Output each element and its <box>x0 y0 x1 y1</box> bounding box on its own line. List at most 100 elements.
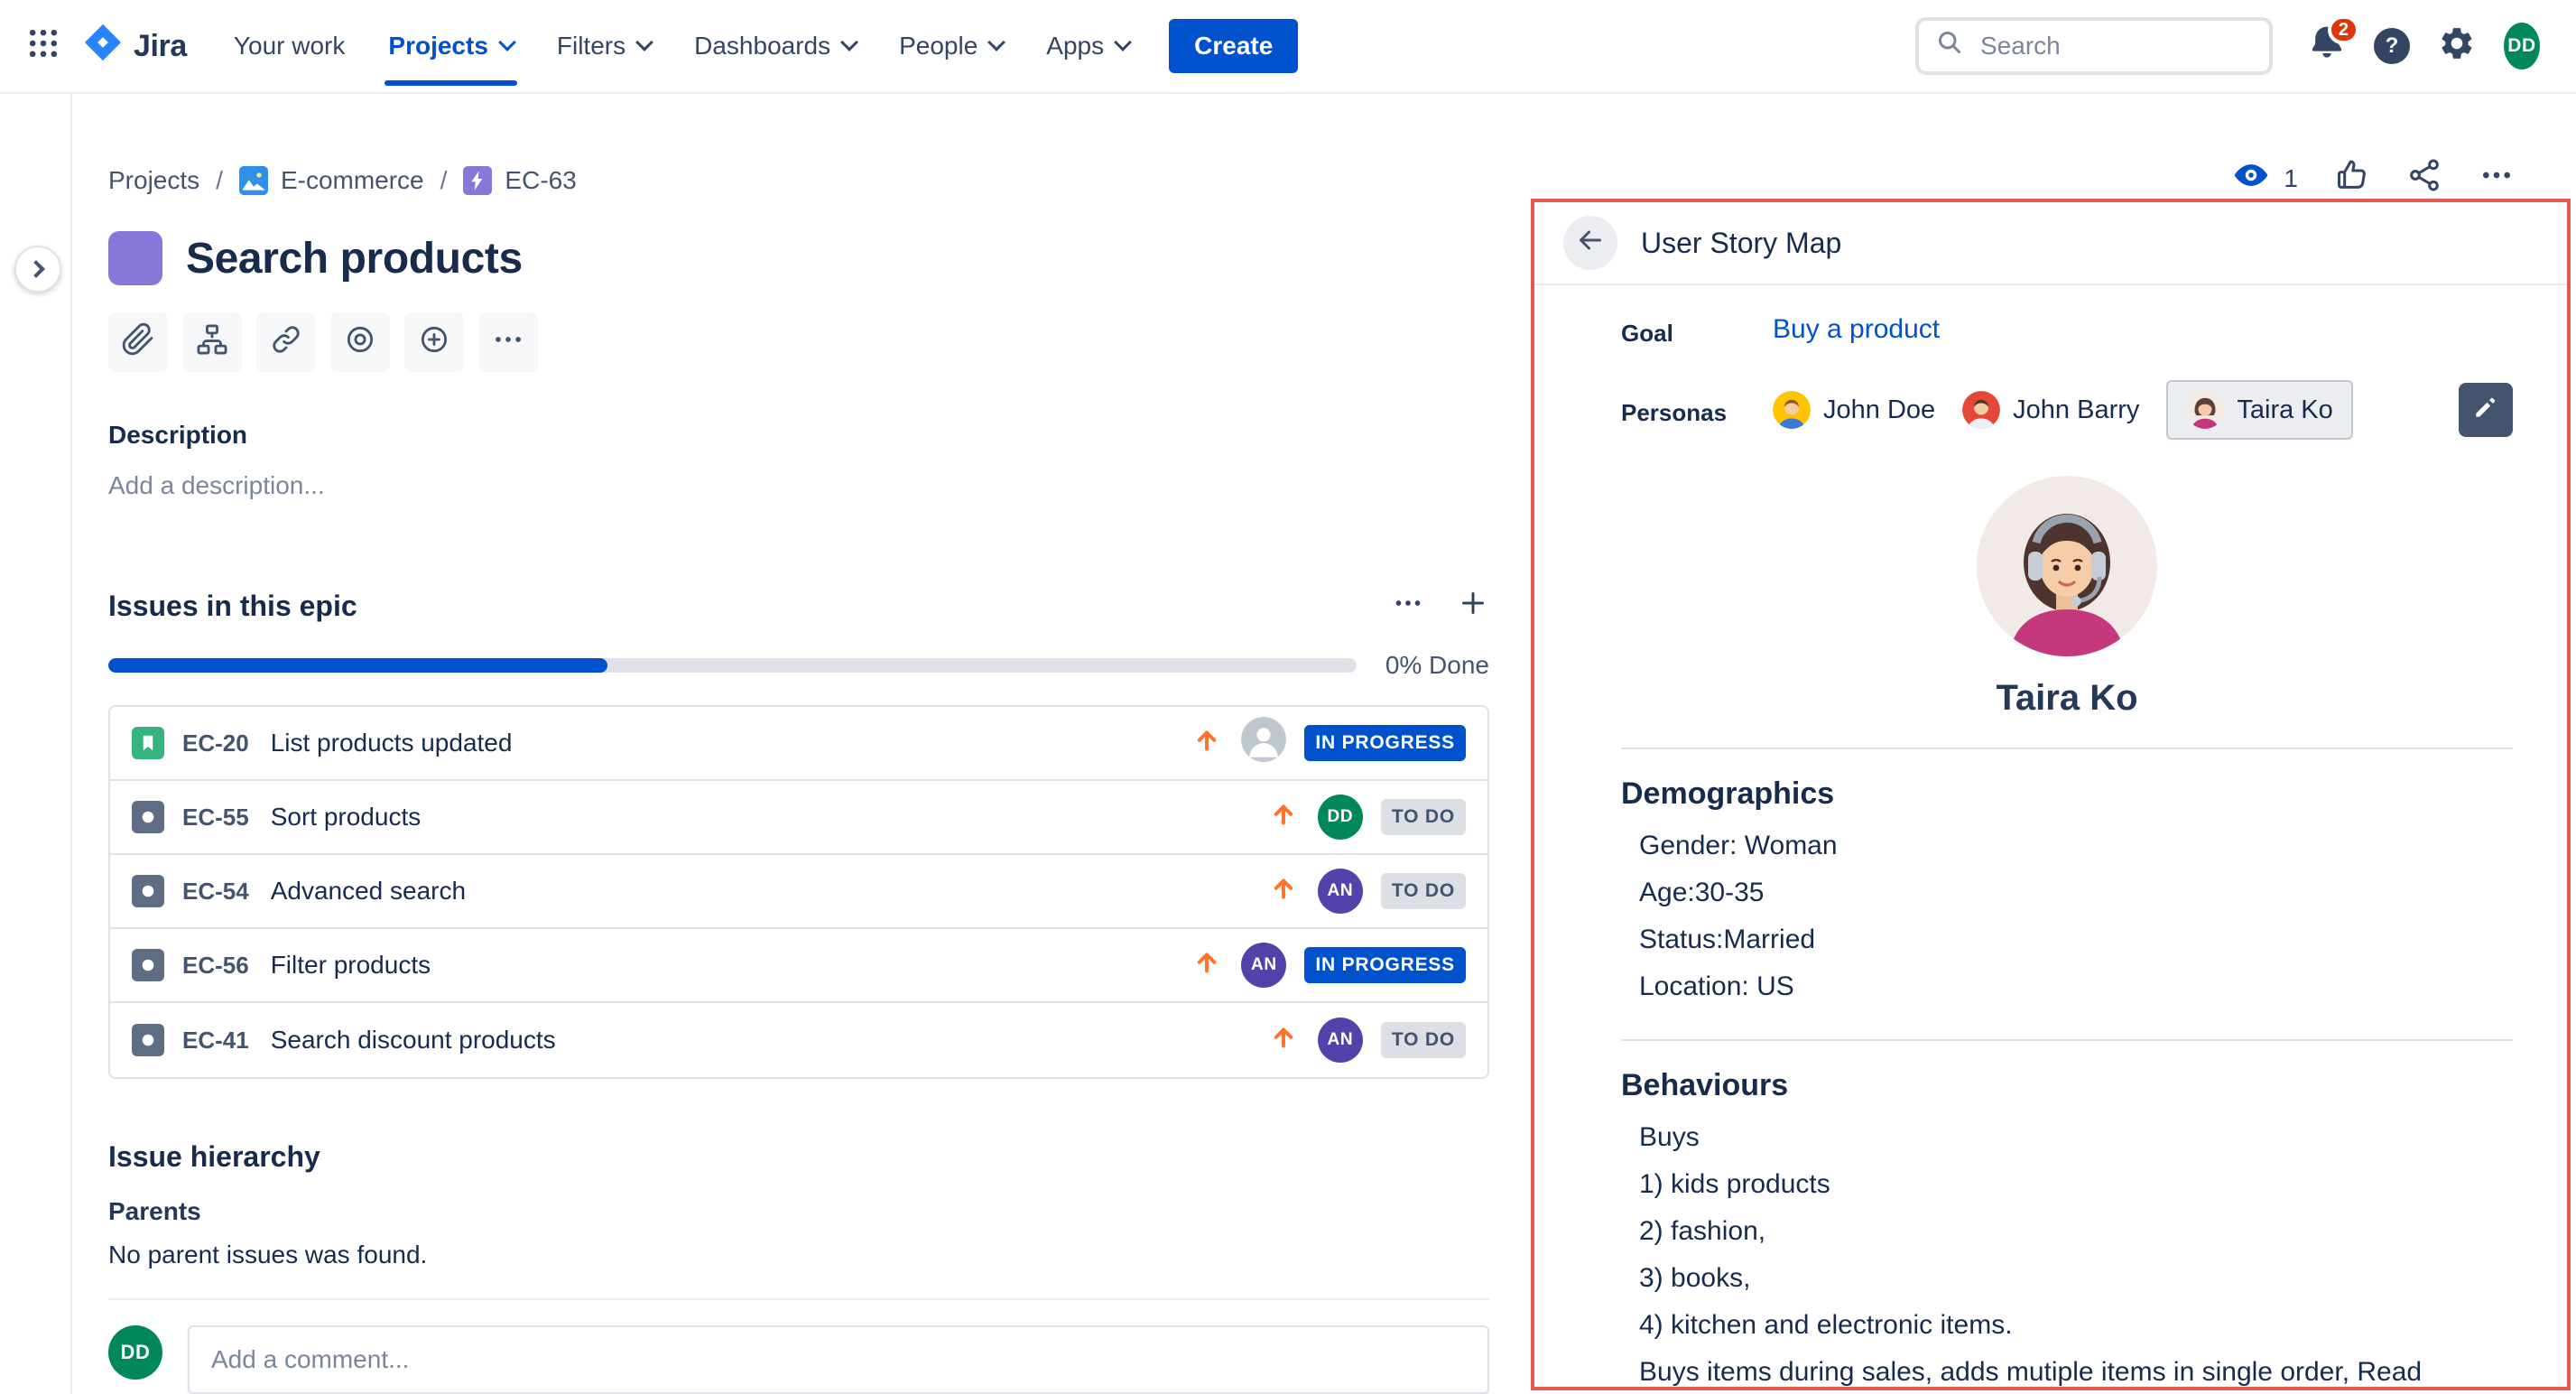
issue-key-link[interactable]: EC-55 <box>182 804 249 832</box>
assignee-avatar[interactable]: AN <box>1241 943 1286 988</box>
chevron-down-icon <box>840 33 858 51</box>
add-child-button[interactable] <box>182 312 242 372</box>
attach-button[interactable] <box>108 312 168 372</box>
collapsed-sidebar <box>0 94 72 1394</box>
demographic-line: Location: US <box>1621 963 2513 1010</box>
breadcrumb-projects[interactable]: Projects <box>108 166 199 195</box>
issue-row[interactable]: EC-41 Search discount products AN TO DO <box>110 1003 1487 1077</box>
epic-progress-fill <box>108 658 607 673</box>
issue-row[interactable]: EC-20 List products updated IN PROGRESS <box>110 707 1487 781</box>
target-button[interactable] <box>330 312 390 372</box>
notifications-button[interactable]: 2 <box>2298 17 2356 75</box>
nav-people[interactable]: People <box>877 0 1024 93</box>
chevron-right-icon <box>27 260 45 278</box>
nav-filters[interactable]: Filters <box>535 0 672 93</box>
add-issue-button[interactable] <box>1457 587 1489 626</box>
jira-logo-icon <box>83 23 123 70</box>
share-button[interactable] <box>2406 157 2442 200</box>
status-badge[interactable]: IN PROGRESS <box>1304 947 1466 983</box>
issue-key-link[interactable]: EC-20 <box>182 730 249 757</box>
breadcrumb-issue-key[interactable]: EC-63 <box>463 166 576 195</box>
assignee-avatar[interactable]: AN <box>1318 869 1363 914</box>
chevron-down-icon <box>987 33 1005 51</box>
persona-avatar <box>1962 391 2000 429</box>
status-badge[interactable]: IN PROGRESS <box>1304 725 1466 761</box>
back-button[interactable] <box>1563 216 1617 270</box>
nav-projects[interactable]: Projects <box>366 0 535 93</box>
breadcrumb-project[interactable]: E-commerce <box>239 166 424 195</box>
help-button[interactable]: ? <box>2363 17 2421 75</box>
issue-key-link[interactable]: EC-56 <box>182 952 249 980</box>
goal-row: Goal Buy a product <box>1621 314 2513 348</box>
create-button[interactable]: Create <box>1169 19 1298 73</box>
nav-dashboards[interactable]: Dashboards <box>672 0 877 93</box>
assignee-avatar[interactable]: DD <box>1318 795 1363 840</box>
breadcrumb: Projects / E-commerce / EC-63 <box>108 166 1489 195</box>
persona-chip-john-barry[interactable]: John Barry <box>1962 391 2139 429</box>
app-grid-icon <box>25 25 61 68</box>
comment-input[interactable] <box>188 1325 1489 1394</box>
more-actions-button[interactable] <box>2479 157 2515 200</box>
more-quick-actions-button[interactable] <box>478 312 538 372</box>
sidebar-expand-button[interactable] <box>14 246 61 293</box>
search-input[interactable] <box>1977 30 2255 62</box>
chevron-down-icon <box>635 33 653 51</box>
plus-icon <box>1457 587 1489 626</box>
parents-empty-message: No parent issues was found. <box>108 1241 1489 1269</box>
notification-count-badge: 2 <box>2328 15 2359 44</box>
gear-icon <box>2438 24 2476 69</box>
link-icon <box>269 322 303 363</box>
nav-apps[interactable]: Apps <box>1024 0 1151 93</box>
behaviours-heading: Behaviours <box>1621 1068 2513 1103</box>
ellipsis-icon <box>491 322 525 363</box>
behaviour-line: 2) fashion, <box>1621 1208 2513 1255</box>
issue-row[interactable]: EC-54 Advanced search AN TO DO <box>110 855 1487 929</box>
unassigned-avatar[interactable] <box>1241 717 1286 769</box>
divider <box>1621 748 2513 749</box>
link-issue-button[interactable] <box>256 312 316 372</box>
jira-logo[interactable]: Jira <box>76 23 208 70</box>
jira-app: Jira Your work Projects Filters Dashboar… <box>0 0 2576 1394</box>
edit-personas-button[interactable] <box>2459 383 2513 437</box>
demographics-heading: Demographics <box>1621 776 2513 812</box>
persona-name: Taira Ko <box>1621 678 2513 719</box>
issue-type-icon <box>132 1024 164 1056</box>
like-button[interactable] <box>2334 157 2370 200</box>
status-badge[interactable]: TO DO <box>1381 799 1466 835</box>
user-avatar-button[interactable]: DD <box>2493 17 2551 75</box>
app-switcher-button[interactable] <box>14 17 72 75</box>
persona-chip-john-doe[interactable]: John Doe <box>1773 391 1935 429</box>
priority-high-icon <box>1267 871 1300 911</box>
issue-row[interactable]: EC-55 Sort products DD TO DO <box>110 781 1487 855</box>
issue-view: Projects / E-commerce / EC-63 Search pro… <box>108 94 1489 1394</box>
assignee-avatar[interactable]: AN <box>1318 1018 1363 1063</box>
epic-issues-header: Issues in this epic <box>108 587 1489 626</box>
issue-row[interactable]: EC-56 Filter products AN IN PROGRESS <box>110 929 1487 1003</box>
watch-button[interactable]: 1 <box>2231 155 2298 201</box>
behaviour-line: 3) books, <box>1621 1255 2513 1302</box>
status-badge[interactable]: TO DO <box>1381 873 1466 909</box>
epic-color-icon[interactable] <box>108 231 162 285</box>
priority-high-icon <box>1267 797 1300 837</box>
status-badge[interactable]: TO DO <box>1381 1022 1466 1058</box>
issue-hierarchy-heading: Issue hierarchy <box>108 1140 1489 1174</box>
epic-issues-more-button[interactable] <box>1392 587 1424 626</box>
goal-link[interactable]: Buy a product <box>1773 314 1940 345</box>
description-placeholder[interactable]: Add a description... <box>108 471 1489 500</box>
issue-quick-actions <box>108 312 1489 372</box>
page-actions: 1 <box>2231 155 2515 201</box>
goal-label: Goal <box>1621 314 1773 348</box>
user-story-map-panel: User Story Map Goal Buy a product Person… <box>1531 199 2571 1390</box>
parents-label: Parents <box>108 1197 1489 1226</box>
issue-type-icon <box>132 949 164 981</box>
global-search[interactable] <box>1915 17 2273 75</box>
issue-key-link[interactable]: EC-41 <box>182 1027 249 1055</box>
issue-title[interactable]: Search products <box>186 234 523 283</box>
crosshair-button[interactable] <box>404 312 464 372</box>
issue-key-link[interactable]: EC-54 <box>182 878 249 906</box>
primary-nav: Your work Projects Filters Dashboards Pe… <box>212 0 1298 93</box>
nav-your-work[interactable]: Your work <box>212 0 366 93</box>
settings-button[interactable] <box>2428 17 2486 75</box>
persona-chip-taira-ko[interactable]: Taira Ko <box>2166 380 2352 440</box>
comment-composer: DD <box>108 1325 1489 1394</box>
